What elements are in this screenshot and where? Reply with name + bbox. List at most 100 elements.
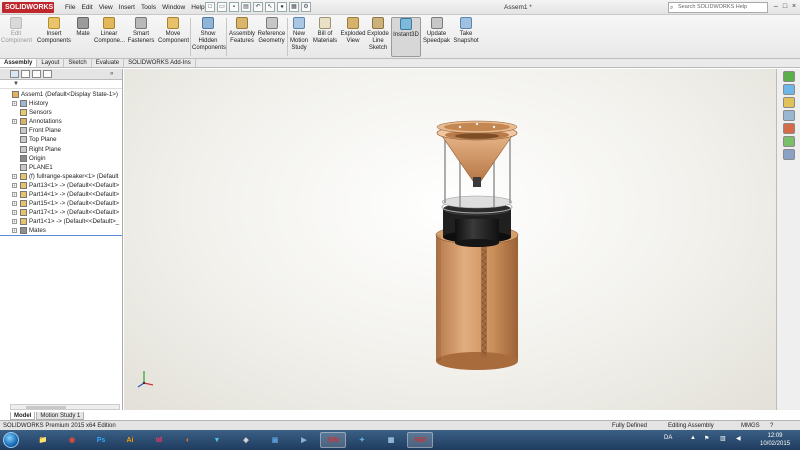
tab-sketch[interactable]: Sketch [64,59,92,67]
bill-of-materials-button[interactable]: Bill of Materials [311,17,339,45]
tree-node[interactable]: Front Plane [0,126,122,135]
expand-icon[interactable]: + [12,210,17,216]
tree-node[interactable]: + Annotations [0,117,122,126]
open-icon[interactable]: ▭ [217,2,227,12]
design-library-icon[interactable] [782,84,795,95]
configuration-manager-tab-icon[interactable] [32,70,41,78]
maximize-button[interactable]: □ [781,1,789,13]
graphics-viewport[interactable]: ⊕ ⊙ ↶ ▨ ◫ ◧ ◉ ● ◐ ▣ [124,69,776,410]
expand-icon[interactable]: + [12,228,17,234]
network-icon[interactable]: ▥ [720,435,726,442]
reference-geometry-button[interactable]: Reference Geometry [257,17,286,45]
taskbar-app-indesign[interactable]: Id [146,432,172,448]
tray-arrow-icon[interactable]: ▲ [690,435,696,441]
tab-solidworks-add-ins[interactable]: SOLIDWORKS Add-Ins [124,59,196,67]
enclosure-cylinder[interactable] [435,225,519,370]
edit-component-button[interactable]: Edit Component [1,17,32,45]
taskbar-app-network[interactable]: ✦ [349,432,375,448]
file-properties-icon[interactable]: ▦ [289,2,299,12]
expand-icon[interactable]: + [12,192,17,198]
close-button[interactable]: × [790,1,798,13]
options-icon[interactable]: ⚙ [301,2,311,12]
menu-window[interactable]: Window [159,0,188,15]
take-snapshot-button[interactable]: Take Snapshot [451,17,481,45]
taskbar-app-unity[interactable]: ◈ [233,432,259,448]
tree-node[interactable]: Assem1 (Default<Display State-1>) [0,90,122,99]
tree-node[interactable]: + Part17<1> -> (Default<<Default> [0,208,122,217]
tree-node[interactable]: + Part1<1> -> (Default<<Default>_ [0,217,122,226]
scrollbar-thumb[interactable] [26,406,66,409]
taskbar-app-chrome[interactable]: ◉ [59,432,85,448]
tree-node[interactable]: + History [0,99,122,108]
linear-component-pattern-button[interactable]: Linear Compone... [94,17,125,45]
taskbar-app-solidworks-1[interactable]: SW [320,432,346,448]
taskbar-app-desktop[interactable]: ▦ [378,432,404,448]
minimize-button[interactable]: – [772,1,780,13]
undo-icon[interactable]: ↶ [253,2,263,12]
horn-tweeter[interactable] [436,120,518,187]
tree-node[interactable]: + (f) fullrange-speaker<1> (Default [0,172,122,181]
solidworks-resources-icon[interactable] [782,71,795,82]
expand-icon[interactable]: + [12,173,17,179]
flag-icon[interactable]: ⚑ [704,435,709,442]
show-hidden-components-button[interactable]: Show Hidden Components [192,17,226,52]
tree-node[interactable]: + Part13<1> -> (Default<<Default> [0,181,122,190]
move-component-button[interactable]: Move Component [158,17,189,45]
taskbar-app-photoshop[interactable]: Ps [88,432,114,448]
expand-icon[interactable]: + [12,201,17,207]
custom-properties-icon[interactable] [782,136,795,147]
tab-motion-study-1[interactable]: Motion Study 1 [36,412,85,420]
volume-icon[interactable]: ◀ [736,435,741,442]
tree-node[interactable]: Origin [0,154,122,163]
start-button[interactable] [3,432,19,448]
solidworks-logo[interactable]: SOLIDWORKS [2,2,54,13]
new-motion-study-button[interactable]: New Motion Study [289,17,309,52]
tab-evaluate[interactable]: Evaluate [92,59,125,67]
menu-insert[interactable]: Insert [116,0,138,15]
instant3d-button[interactable]: Instant3D [391,17,421,57]
explode-line-sketch-button[interactable]: Explode Line Sketch [366,17,390,52]
expand-icon[interactable]: + [12,219,17,225]
expand-tabs-icon[interactable]: » [110,70,119,78]
tree-node[interactable]: Sensors [0,108,122,117]
menu-view[interactable]: View [96,0,116,15]
taskbar-app-illustrator[interactable]: Ai [117,432,143,448]
mate-button[interactable]: Mate [74,17,92,38]
tree-node[interactable]: + Part14<1> -> (Default<<Default> [0,190,122,199]
taskbar-app-virtualbox[interactable]: ▣ [262,432,288,448]
display-manager-tab-icon[interactable] [43,70,52,78]
speaker-model[interactable] [124,69,776,410]
tree-filter[interactable]: ▼ [0,80,122,89]
select-icon[interactable]: ↖ [265,2,275,12]
solidworks-forum-icon[interactable] [782,149,795,160]
menu-file[interactable]: File [62,0,78,15]
menu-edit[interactable]: Edit [78,0,95,15]
exploded-view-button[interactable]: Exploded View [340,17,366,45]
view-palette-icon[interactable] [782,110,795,121]
taskbar-app-media[interactable]: ▶ [291,432,317,448]
tree-node[interactable]: PLANE1 [0,163,122,172]
tree-node[interactable]: Right Plane [0,145,122,154]
language-indicator[interactable]: DA [664,435,672,441]
property-manager-tab-icon[interactable] [21,70,30,78]
tab-layout[interactable]: Layout [37,59,65,67]
insert-components-button[interactable]: Insert Components [34,17,74,45]
tree-node[interactable]: + Part15<1> -> (Default<<Default> [0,199,122,208]
speaker-driver[interactable] [441,195,513,247]
assembly-features-button[interactable]: Assembly Features [228,17,256,45]
taskbar-app-blender[interactable]: ◐ [175,432,201,448]
print-icon[interactable]: ▤ [241,2,251,12]
expand-icon[interactable]: + [12,101,17,107]
expand-icon[interactable]: + [12,119,17,125]
tab-model[interactable]: Model [10,412,36,420]
new-document-icon[interactable]: □ [205,2,215,12]
update-speedpak-button[interactable]: Update Speedpak [423,17,450,45]
tab-assembly[interactable]: Assembly [0,59,38,67]
help-search-input[interactable]: Search SOLIDWORKS Help ⌕ [668,2,768,13]
save-icon[interactable]: ▪ [229,2,239,12]
taskbar-app-explorer[interactable]: 📁 [30,432,56,448]
file-explorer-icon[interactable] [782,97,795,108]
smart-fasteners-button[interactable]: Smart Fasteners [127,17,155,45]
menu-tools[interactable]: Tools [138,0,159,15]
tree-node[interactable]: + Mates [0,226,122,236]
